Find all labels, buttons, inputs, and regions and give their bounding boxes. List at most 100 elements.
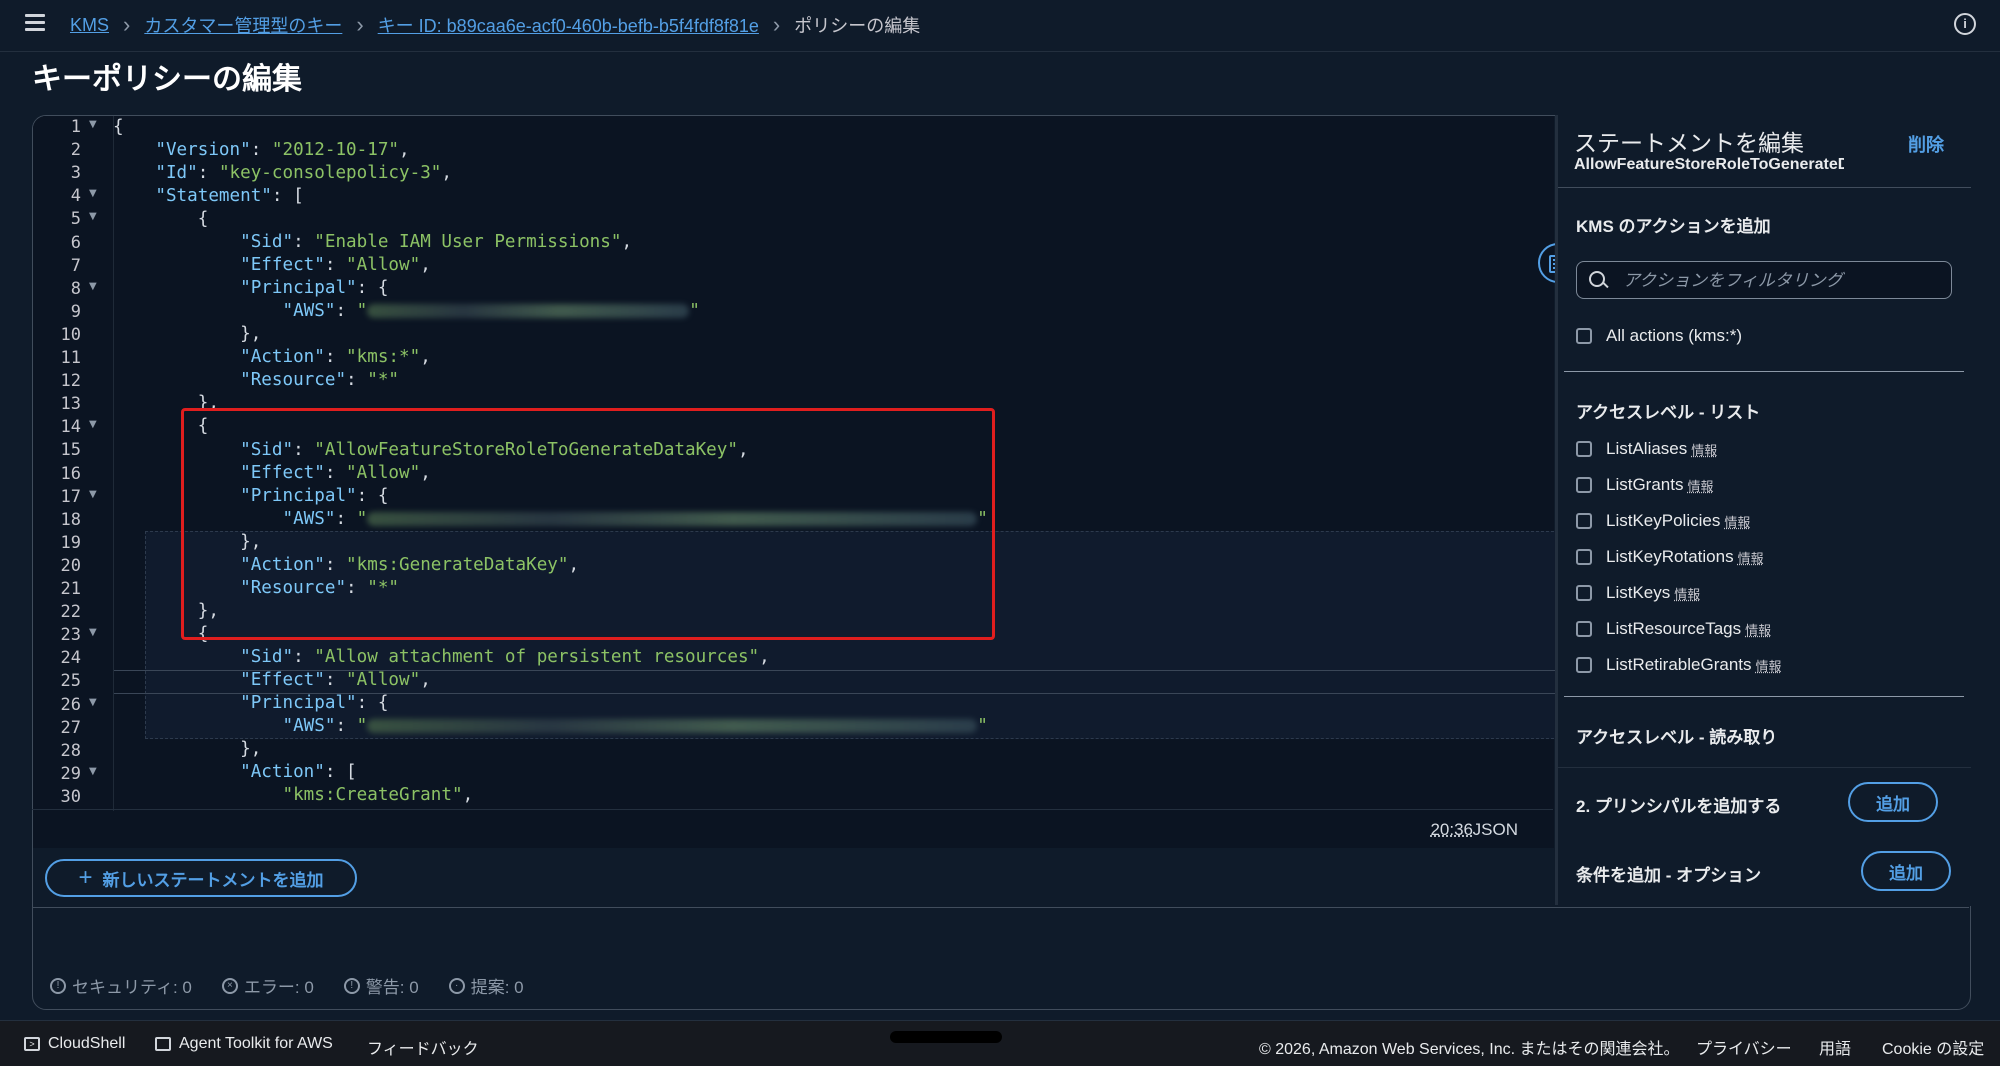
- code-line: "Version": "2012-10-17",: [155, 140, 410, 160]
- code-line: "Effect": "Allow",: [240, 255, 431, 275]
- line-number: 25: [60, 671, 81, 692]
- line-number: 17: [60, 486, 81, 507]
- line-number: 15: [60, 440, 81, 461]
- divider: [1564, 696, 1964, 697]
- code-line: "kms:CreateGrant",: [282, 785, 474, 805]
- code-line: "Statement": [: [155, 186, 304, 206]
- line-number: 1: [70, 117, 81, 137]
- code-line: "Sid": "Enable IAM User Permissions",: [240, 232, 633, 252]
- line-number: 29: [60, 763, 81, 784]
- fold-toggle-icon[interactable]: ▼: [89, 627, 97, 638]
- action-row-list-aliases[interactable]: ListAliases 情報: [1576, 439, 1717, 459]
- fold-toggle-icon[interactable]: ▼: [89, 119, 97, 130]
- divider: [32, 907, 1969, 908]
- code-line: },: [113, 739, 262, 759]
- code-line: "Effect": "Allow",: [240, 670, 431, 690]
- code-line: "Action": [: [240, 762, 357, 782]
- checkbox[interactable]: [1576, 549, 1592, 565]
- line-number: 3: [70, 163, 81, 184]
- action-row-list-key-rotations[interactable]: ListKeyRotations 情報: [1576, 547, 1764, 567]
- info-link[interactable]: 情報: [1724, 512, 1750, 531]
- checkbox[interactable]: [1576, 585, 1592, 601]
- add-condition-button[interactable]: 追加: [1861, 851, 1951, 891]
- line-number: 27: [60, 717, 81, 738]
- chevron-right-icon: ›: [772, 12, 781, 37]
- line-number: 13: [60, 394, 81, 415]
- redacted-arn: [367, 304, 690, 318]
- menu-icon[interactable]: [25, 14, 45, 32]
- line-number: 5: [70, 209, 81, 230]
- add-principal-label: 2. プリンシパルを追加する: [1576, 797, 1782, 816]
- checkbox[interactable]: [1576, 513, 1592, 529]
- fold-toggle-icon[interactable]: ▼: [89, 489, 97, 500]
- line-number: 12: [60, 371, 81, 392]
- add-principal-button[interactable]: 追加: [1848, 782, 1938, 822]
- info-link[interactable]: 情報: [1756, 656, 1782, 675]
- cursor-position[interactable]: 20:36: [1430, 820, 1473, 840]
- action-row-list-keys[interactable]: ListKeys 情報: [1576, 583, 1700, 603]
- suggestion-counter[interactable]: · 提案: 0: [448, 973, 524, 998]
- action-row-list-retirable-grants[interactable]: ListRetirableGrants 情報: [1576, 655, 1782, 675]
- checkbox[interactable]: [1576, 477, 1592, 493]
- action-filter-input[interactable]: [1621, 268, 1945, 294]
- all-actions-row[interactable]: All actions (kms:*): [1576, 326, 1742, 346]
- copyright: © 2026, Amazon Web Services, Inc. またはその関…: [1259, 1041, 1680, 1058]
- fold-toggle-icon[interactable]: ▼: [89, 697, 97, 708]
- breadcrumb-key-id[interactable]: キー ID: b89caa6e-acf0-460b-befb-b5f4fdf8f…: [378, 12, 759, 38]
- add-new-statement-button[interactable]: + 新しいステートメントを追加: [45, 859, 357, 897]
- line-number: 10: [60, 324, 81, 345]
- breadcrumb-customer-managed-keys[interactable]: カスタマー管理型のキー: [144, 12, 342, 38]
- code-line: {: [113, 117, 124, 137]
- action-row-list-key-policies[interactable]: ListKeyPolicies 情報: [1576, 511, 1750, 531]
- feedback-link[interactable]: フィードバック: [367, 1035, 479, 1059]
- toolkit-icon: [155, 1037, 171, 1051]
- fold-toggle-icon[interactable]: ▼: [89, 419, 97, 430]
- info-link[interactable]: 情報: [1738, 548, 1764, 567]
- action-row-list-grants[interactable]: ListGrants 情報: [1576, 475, 1714, 495]
- kms-actions-title: KMS のアクションを追加: [1576, 217, 1771, 236]
- line-number: 4: [70, 186, 81, 207]
- info-link[interactable]: 情報: [1674, 584, 1700, 603]
- info-link[interactable]: 情報: [1687, 476, 1713, 495]
- info-link[interactable]: 情報: [1745, 620, 1771, 639]
- action-row-list-resource-tags[interactable]: ListResourceTags 情報: [1576, 619, 1771, 639]
- line-number: 6: [70, 232, 81, 253]
- privacy-link[interactable]: プライバシー: [1696, 1035, 1792, 1059]
- warning-counter[interactable]: ! 警告: 0: [343, 973, 419, 998]
- fold-toggle-icon[interactable]: ▼: [89, 766, 97, 777]
- page-title: キーポリシーの編集: [32, 63, 302, 96]
- filter-box[interactable]: [1576, 261, 1952, 299]
- cookie-settings-link[interactable]: Cookie の設定: [1882, 1035, 1984, 1059]
- line-number: 22: [60, 602, 81, 623]
- all-actions-checkbox[interactable]: [1576, 328, 1592, 344]
- line-number: 9: [70, 301, 81, 322]
- breadcrumb-kms[interactable]: KMS: [70, 15, 109, 36]
- chevron-right-icon: ›: [356, 12, 364, 37]
- line-number: 7: [70, 255, 81, 276]
- delete-statement-button[interactable]: 削除: [1908, 131, 1944, 157]
- cloudshell-link[interactable]: > CloudShell: [24, 1035, 125, 1053]
- line-number: 30: [60, 786, 81, 807]
- checkbox[interactable]: [1576, 621, 1592, 637]
- redacted-arn: [367, 719, 978, 733]
- checkbox[interactable]: [1576, 657, 1592, 673]
- terms-link[interactable]: 用語: [1819, 1035, 1851, 1059]
- code-line: },: [113, 324, 262, 344]
- divider: [1564, 371, 1964, 372]
- checkbox[interactable]: [1576, 441, 1592, 457]
- editor-status-bar: 20:36 JSON: [32, 809, 1553, 847]
- error-counter[interactable]: × エラー: 0: [221, 973, 314, 998]
- statement-sid: AllowFeatureStoreRoleToGenerateDataKey: [1574, 156, 1844, 173]
- security-counter[interactable]: ! セキュリティ: 0: [50, 973, 192, 998]
- code-line: "Resource": "*": [240, 370, 400, 390]
- fold-toggle-icon[interactable]: ▼: [89, 188, 97, 199]
- line-number: 19: [60, 532, 81, 553]
- line-number: 21: [60, 579, 81, 599]
- line-number: 16: [60, 463, 81, 484]
- fold-toggle-icon[interactable]: ▼: [89, 281, 97, 292]
- window-handle: [890, 1031, 1002, 1043]
- info-link[interactable]: 情報: [1691, 440, 1717, 459]
- fold-toggle-icon[interactable]: ▼: [89, 211, 97, 222]
- agent-toolkit-link[interactable]: Agent Toolkit for AWS: [155, 1035, 333, 1053]
- info-icon[interactable]: i: [1954, 13, 1976, 35]
